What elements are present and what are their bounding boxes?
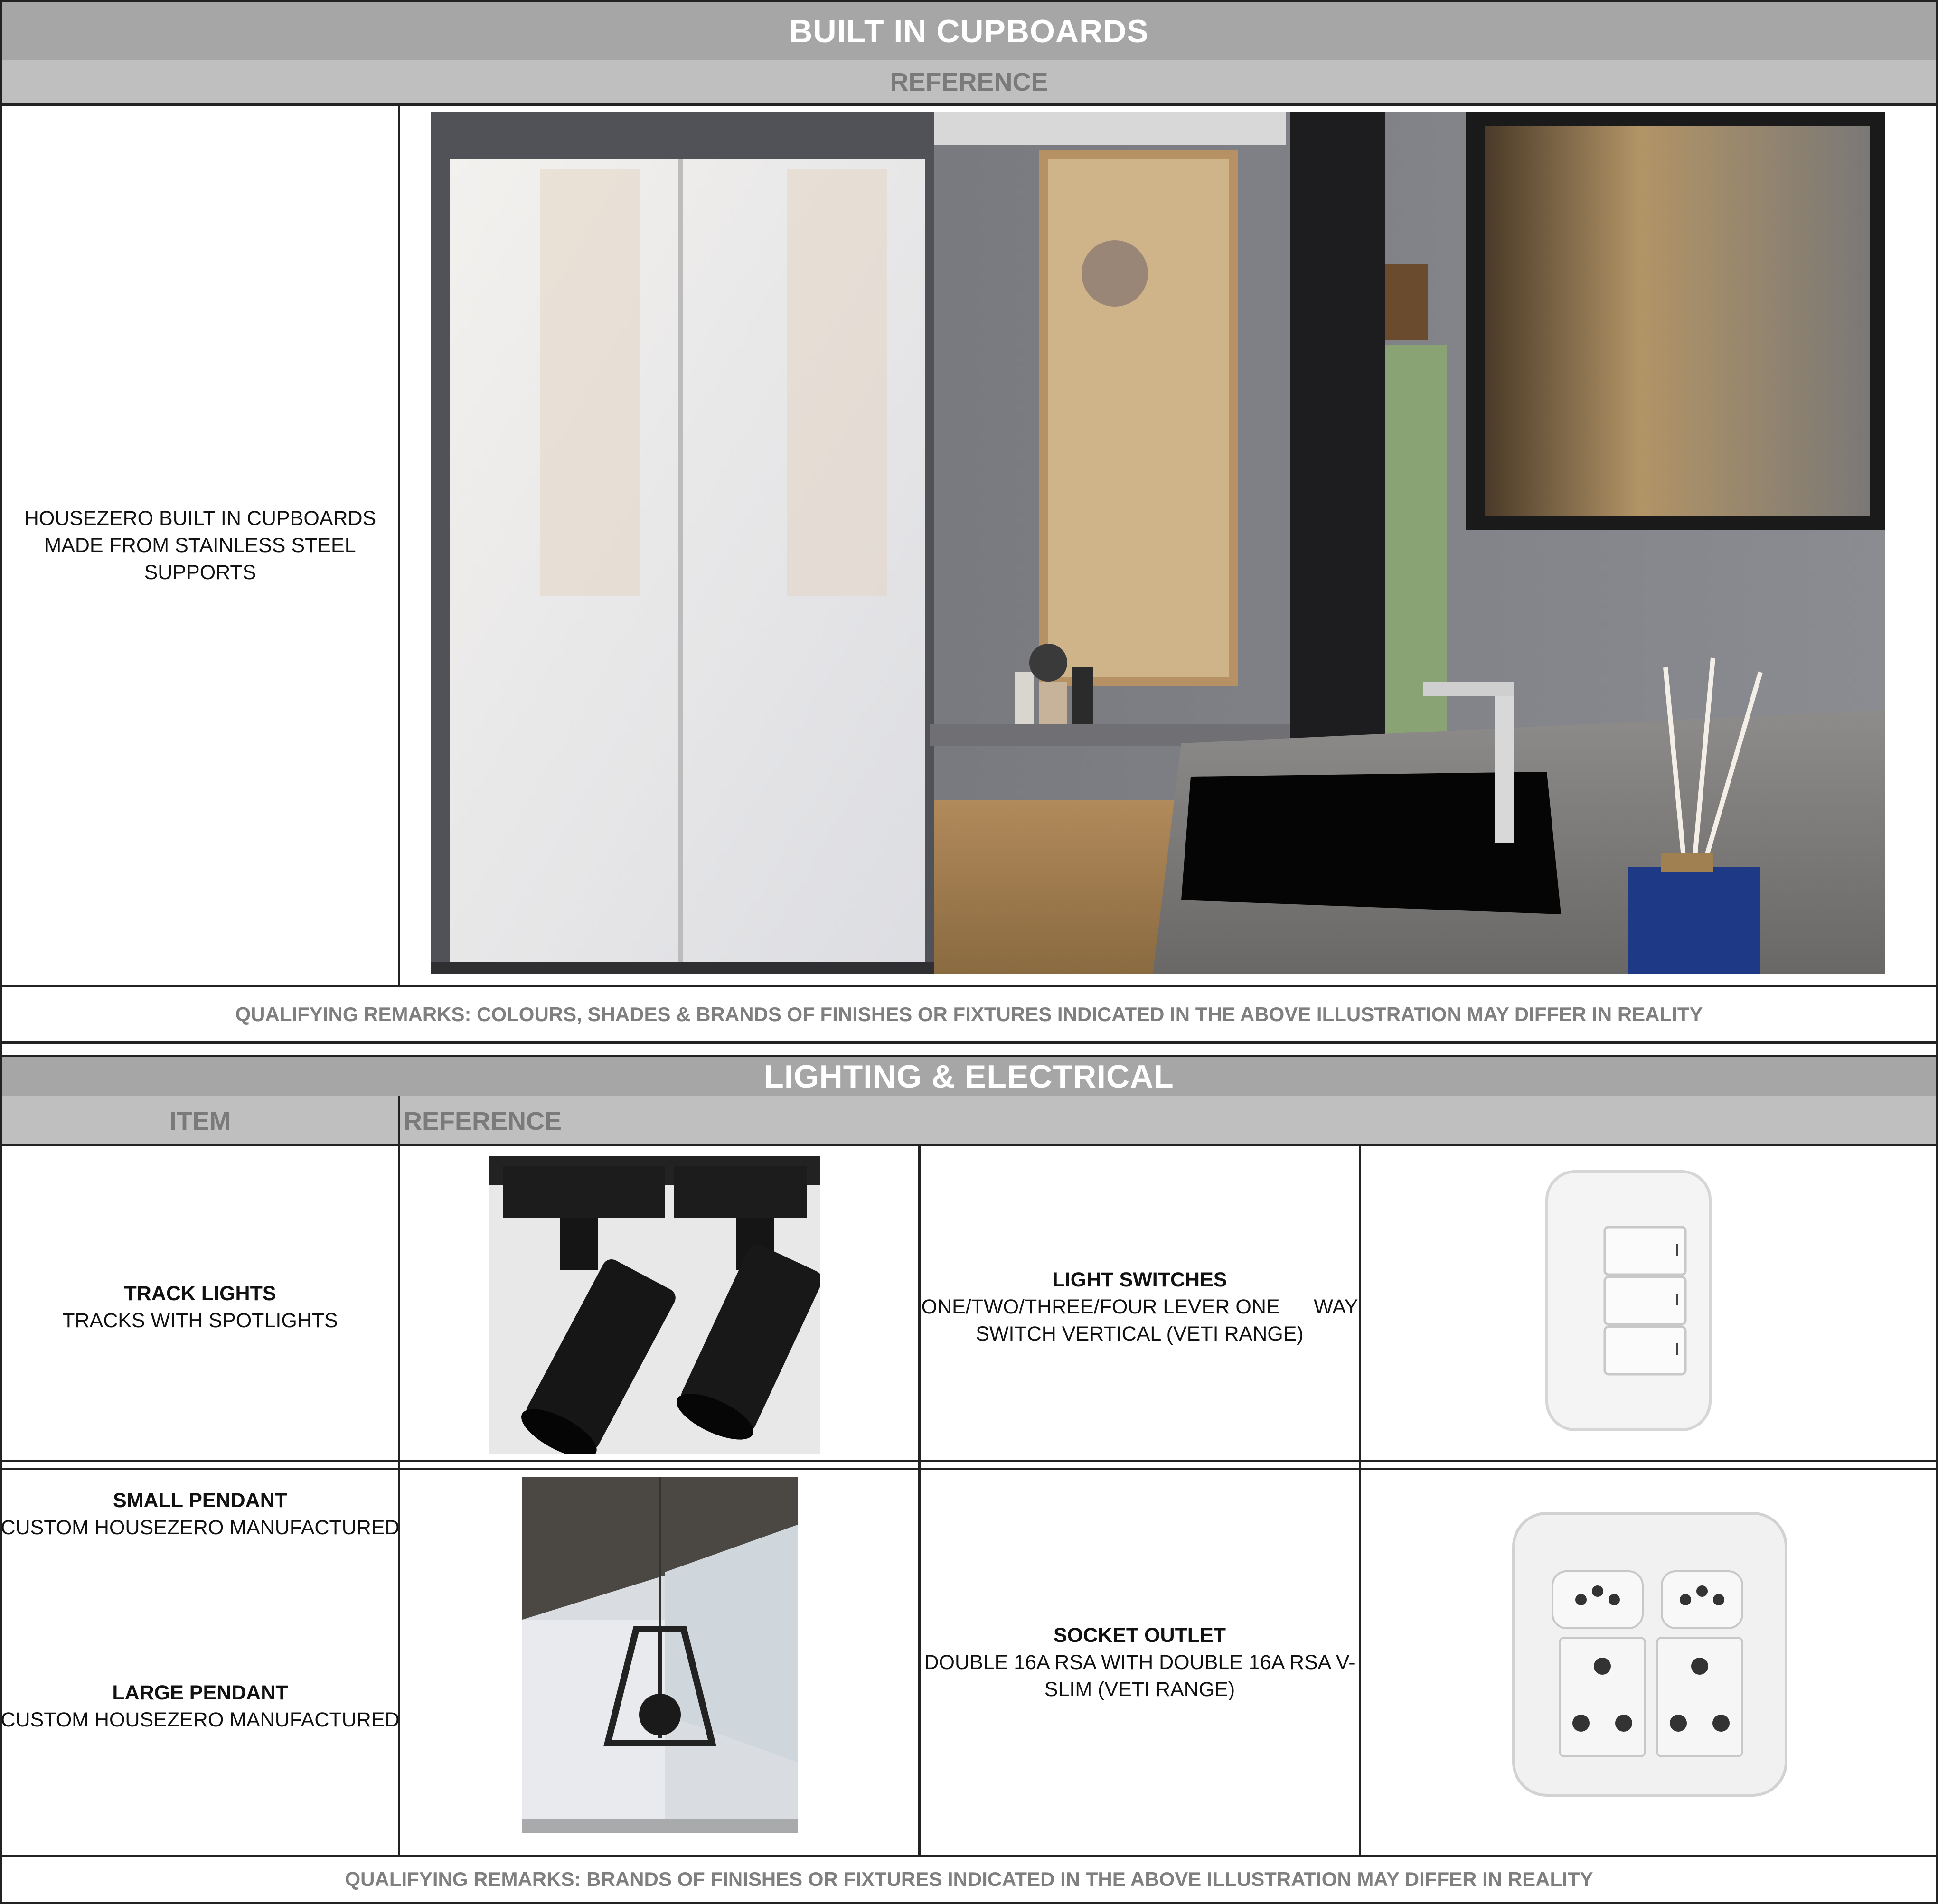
track-lights-desc: TRACKS WITH SPOTLIGHTS [62, 1309, 338, 1332]
cupboard-line1: HOUSEZERO BUILT IN CUPBOARDS [24, 506, 376, 530]
small-pendant-title: SMALL PENDANT [113, 1489, 288, 1512]
section1-remark: QUALIFYING REMARKS: COLOURS, SHADES & BR… [235, 1003, 1703, 1025]
cupboard-line2: MADE FROM STAINLESS STEEL SUPPORTS [44, 534, 356, 584]
section1-reference-header: REFERENCE [0, 60, 1938, 106]
divider-col3 [1359, 1144, 1361, 1857]
large-pendant-cell: LARGE PENDANT CUSTOM HOUSEZERO MANUFACTU… [0, 1673, 400, 1740]
section2-remark: QUALIFYING REMARKS: BRANDS OF FINISHES O… [345, 1868, 1593, 1890]
small-pendant-desc: CUSTOM HOUSEZERO MANUFACTURED [0, 1516, 400, 1539]
large-pendant-desc: CUSTOM HOUSEZERO MANUFACTURED [0, 1708, 400, 1731]
socket-outlet-image [1510, 1510, 1790, 1799]
track-lights-cell: TRACK LIGHTS TRACKS WITH SPOTLIGHTS [0, 1144, 400, 1470]
section1-item-description: HOUSEZERO BUILT IN CUPBOARDS MADE FROM S… [0, 103, 400, 987]
light-switches-cell: LIGHT SWITCHES ONE/TWO/THREE/FOUR LEVER … [921, 1144, 1359, 1470]
column-header-reference: REFERENCE [404, 1107, 562, 1135]
pendant-image [522, 1477, 798, 1833]
column-header-divider [398, 1096, 400, 1146]
socket-outlet-title: SOCKET OUTLET [1053, 1623, 1226, 1647]
light-switches-desc2: SWITCH VERTICAL (VETI RANGE) [976, 1322, 1304, 1345]
track-lights-title: TRACK LIGHTS [124, 1282, 276, 1305]
section2-title: LIGHTING & ELECTRICAL [0, 1055, 1938, 1098]
socket-outlet-cell: SOCKET OUTLET DOUBLE 16A RSA WITH DOUBLE… [921, 1468, 1359, 1857]
section1-title: BUILT IN CUPBOARDS [0, 0, 1938, 63]
light-switch-image [1543, 1168, 1714, 1434]
large-pendant-title: LARGE PENDANT [112, 1681, 288, 1704]
socket-outlet-desc2: SLIM (VETI RANGE) [1044, 1678, 1235, 1701]
light-switches-title: LIGHT SWITCHES [1052, 1268, 1227, 1291]
column-header-item: ITEM [169, 1107, 231, 1135]
light-switches-desc1: ONE/TWO/THREE/FOUR LEVER ONE WAY [921, 1295, 1358, 1318]
socket-outlet-desc1: DOUBLE 16A RSA WITH DOUBLE 16A RSA V- [924, 1651, 1355, 1674]
small-pendant-cell: SMALL PENDANT CUSTOM HOUSEZERO MANUFACTU… [0, 1481, 400, 1548]
track-lights-image [489, 1156, 820, 1454]
cupboard-reference-image [431, 112, 1885, 974]
